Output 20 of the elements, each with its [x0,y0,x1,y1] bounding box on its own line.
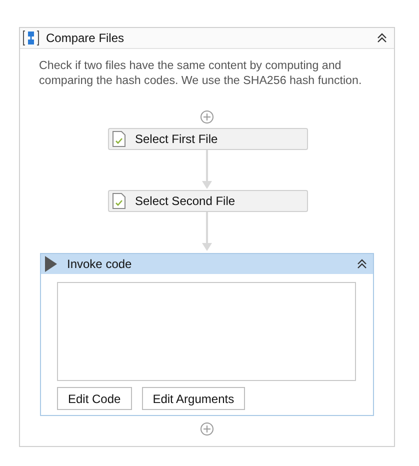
sequence-description: Check if two files have the same content by computing and comparing the hash codes. We use the SHA256 hash function. [39,58,363,88]
activity-card[interactable]: Select First File [108,128,308,150]
collapse-icon[interactable] [356,258,368,270]
document-check-icon [112,131,126,147]
collapse-icon[interactable] [376,32,388,44]
code-preview-box[interactable] [57,282,356,381]
edit-button[interactable]: Edit Code [57,387,132,410]
add-activity-icon[interactable] [200,422,214,436]
activity-title: Invoke code [67,257,133,271]
activity-card[interactable]: Select Second File [108,190,308,212]
sequence-title: Compare Files [46,31,126,45]
edit-button[interactable]: Edit Arguments [142,387,246,410]
activity-title: Select Second File [135,194,236,208]
add-activity-icon[interactable] [200,110,214,124]
document-check-icon [112,193,126,209]
activity-title: Select First File [135,132,218,146]
connector-arrow [201,212,213,252]
play-icon [45,256,57,272]
sequence-icon [23,30,39,46]
connector-arrow [201,150,213,190]
